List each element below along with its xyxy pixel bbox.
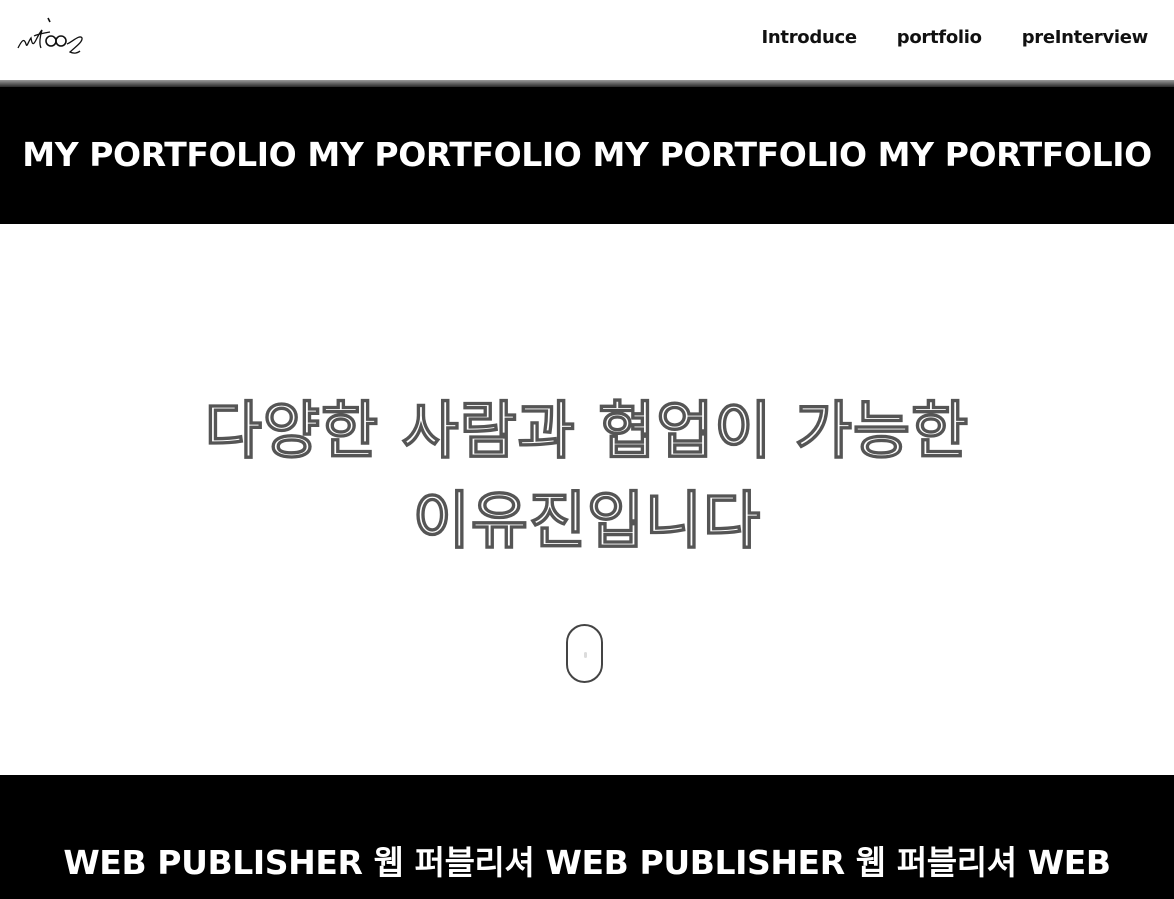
portfolio-marquee-band: MY PORTFOLIO MY PORTFOLIO MY PORTFOLIO M…	[0, 87, 1174, 224]
hero-headline-line1: 다양한 사람과 협업이 가능한	[204, 393, 970, 467]
nav-preinterview[interactable]: preInterview	[1022, 27, 1149, 48]
nav-introduce[interactable]: Introduce	[762, 27, 858, 48]
hero-section: 다양한 사람과 협업이 가능한 이유진입니다	[0, 224, 1174, 775]
mouse-scroll-icon[interactable]	[566, 624, 603, 683]
nav-portfolio[interactable]: portfolio	[897, 27, 982, 48]
web-publisher-marquee-text: WEB PUBLISHER 웹 퍼블리셔 WEB PUBLISHER 웹 퍼블리…	[63, 843, 1111, 882]
hero-headline-line2: 이유진입니다	[412, 483, 762, 557]
scroll-wheel-dot	[584, 652, 587, 658]
logo-link[interactable]	[14, 14, 88, 60]
main-nav: Introduce portfolio preInterview	[762, 27, 1149, 48]
portfolio-marquee-text: MY PORTFOLIO MY PORTFOLIO MY PORTFOLIO M…	[22, 135, 1152, 174]
signature-logo-icon	[17, 17, 83, 54]
web-publisher-marquee-band: WEB PUBLISHER 웹 퍼블리셔 WEB PUBLISHER 웹 퍼블리…	[0, 775, 1174, 899]
site-header: Introduce portfolio preInterview	[0, 0, 1174, 82]
